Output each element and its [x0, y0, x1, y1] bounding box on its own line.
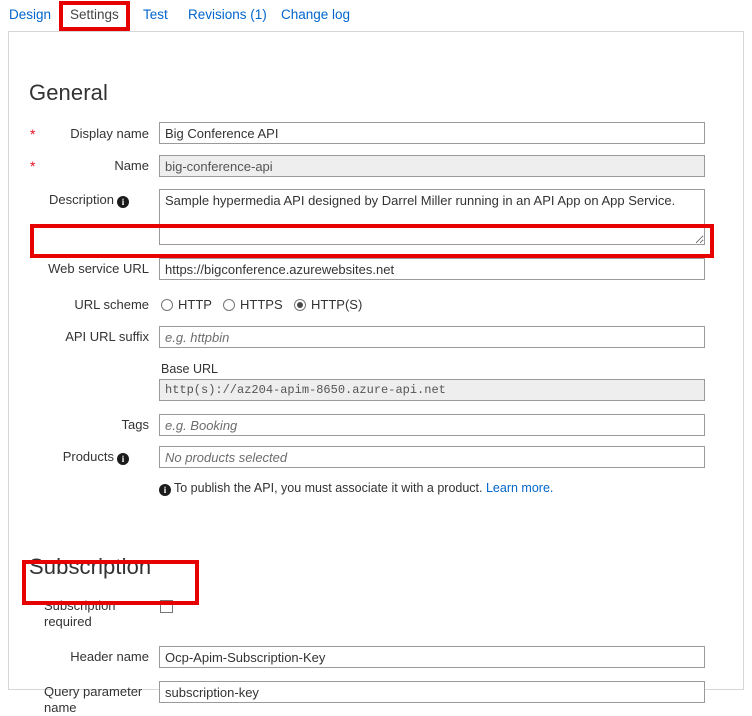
tab-settings[interactable]: Settings: [70, 7, 119, 22]
subscription-required-checkbox[interactable]: [160, 600, 173, 613]
name-label: Name: [114, 158, 149, 173]
publish-note: i To publish the API, you must associate …: [159, 481, 553, 496]
note-info-icon: i: [159, 484, 171, 496]
query-parameter-name-label: Query parameter name: [44, 684, 149, 716]
name-required-marker: *: [30, 158, 36, 174]
query-parameter-name-label-line2: name: [44, 700, 77, 715]
tab-design[interactable]: Design: [9, 7, 51, 22]
query-parameter-name-input[interactable]: [159, 681, 705, 703]
api-url-suffix-label: API URL suffix: [65, 329, 149, 344]
note-text: To publish the API, you must associate i…: [174, 481, 483, 495]
base-url-label: Base URL: [161, 362, 218, 376]
subscription-required-label: Subscription required: [44, 598, 149, 630]
subscription-section-heading: Subscription: [29, 554, 152, 579]
api-url-suffix-input[interactable]: [159, 326, 705, 348]
url-scheme-label: URL scheme: [74, 297, 149, 312]
products-input[interactable]: [159, 446, 705, 468]
radio-http-dot: [161, 299, 173, 311]
radio-https-label: HTTPS: [240, 297, 283, 312]
radio-http-label: HTTP: [178, 297, 212, 312]
display-name-input[interactable]: [159, 122, 705, 144]
display-name-label: Display name: [70, 126, 149, 141]
radio-https[interactable]: HTTPS: [223, 296, 283, 314]
radio-http-s-label: HTTP(S): [311, 297, 363, 312]
display-name-required-marker: *: [30, 126, 36, 142]
general-section-heading: General: [29, 80, 108, 105]
products-label: Products i: [37, 449, 129, 465]
subscription-required-label-line1: Subscription: [44, 598, 116, 613]
tags-label: Tags: [121, 417, 149, 432]
description-info-icon: i: [117, 196, 129, 208]
radio-http-s-dot: [294, 299, 306, 311]
web-service-url-label: Web service URL: [48, 261, 149, 276]
description-label: Description i: [29, 192, 129, 208]
tab-change-log[interactable]: Change log: [281, 7, 350, 22]
description-textarea[interactable]: [159, 189, 705, 245]
header-name-label: Header name: [70, 649, 149, 664]
learn-more-link[interactable]: Learn more.: [486, 481, 553, 495]
settings-panel: General * Display name * Name Descriptio…: [8, 32, 744, 715]
header-name-input[interactable]: [159, 646, 705, 668]
radio-https-dot: [223, 299, 235, 311]
radio-http-s[interactable]: HTTP(S): [294, 296, 362, 314]
api-tab-bar: Design Settings Test Revisions (1) Chang…: [0, 0, 752, 31]
products-label-text: Products: [62, 449, 114, 464]
tab-bar-divider: [8, 31, 744, 32]
base-url-input: [159, 379, 705, 401]
subscription-required-label-line2: required: [44, 614, 92, 629]
radio-http[interactable]: HTTP: [161, 296, 212, 314]
query-parameter-name-label-line1: Query parameter: [44, 684, 143, 699]
products-info-icon: i: [117, 453, 129, 465]
tags-input[interactable]: [159, 414, 705, 436]
web-service-url-input[interactable]: [159, 258, 705, 280]
tab-revisions[interactable]: Revisions (1): [188, 7, 267, 22]
tab-test[interactable]: Test: [143, 7, 168, 22]
description-label-text: Description: [48, 192, 114, 207]
name-input[interactable]: [159, 155, 705, 177]
